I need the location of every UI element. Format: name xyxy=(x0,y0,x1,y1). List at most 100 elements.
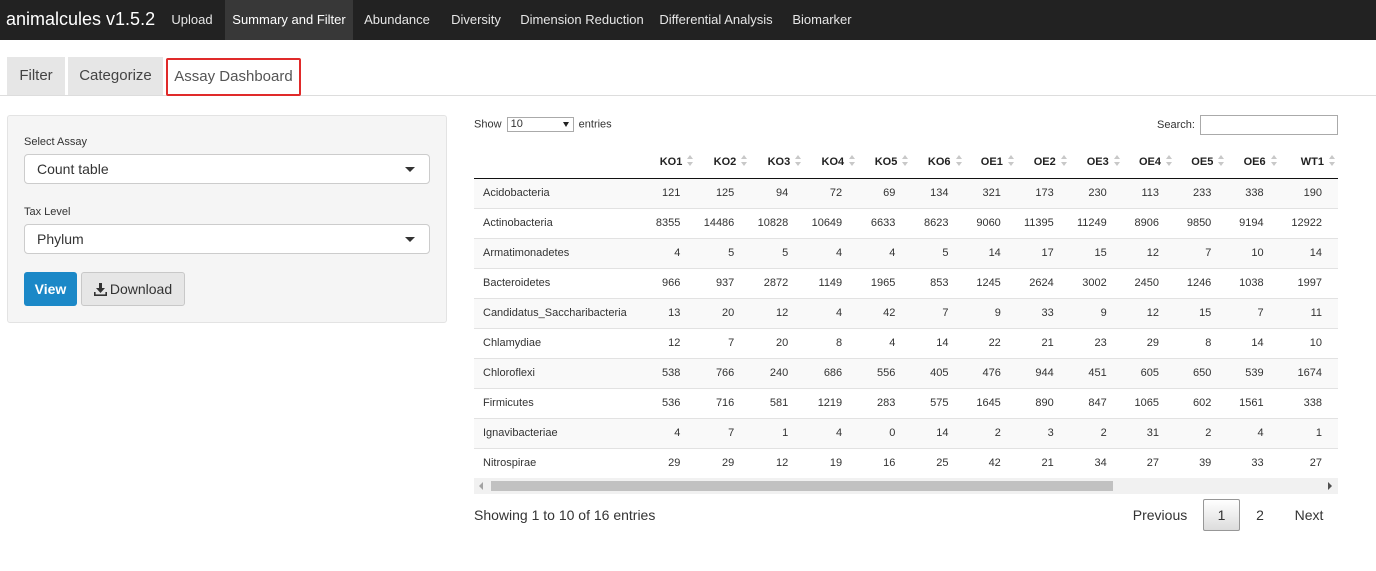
taxon-name-cell: Chlamydiae xyxy=(474,327,644,358)
count-cell: 5 xyxy=(911,237,965,268)
tab-assay-dashboard[interactable]: Assay Dashboard xyxy=(166,58,301,96)
table-row[interactable]: Candidatus_Saccharibacteria 13 20 12 4 42 7 9 33… xyxy=(474,297,1338,328)
count-cell: 1149 xyxy=(804,267,859,298)
previous-page-button[interactable]: Previous xyxy=(1124,499,1196,531)
count-cell: 581 xyxy=(750,387,805,418)
nav-summary-and-filter[interactable]: Summary and Filter xyxy=(225,0,353,40)
nav-upload[interactable]: Upload xyxy=(161,0,223,40)
column-header-oe3[interactable]: OE3 xyxy=(1069,146,1123,179)
count-cell: 2 xyxy=(1175,417,1228,448)
count-cell: 4 xyxy=(804,237,859,268)
count-cell: 12 xyxy=(1122,297,1176,328)
page-2-button[interactable]: 2 xyxy=(1243,499,1277,531)
count-cell: 20 xyxy=(696,297,751,328)
sort-icon xyxy=(1113,155,1121,169)
count-cell: 233 xyxy=(1175,177,1228,208)
count-cell: 13 xyxy=(643,297,697,328)
nav-differential-analysis[interactable]: Differential Analysis xyxy=(653,0,779,40)
count-cell: 7 xyxy=(696,417,751,448)
column-header-oe5[interactable]: OE5 xyxy=(1175,146,1228,179)
tax-level-dropdown[interactable]: Phylum xyxy=(24,224,430,254)
table-row[interactable]: Actinobacteria 8355 14486 10828 10649 6633 862… xyxy=(474,207,1338,238)
sort-icon xyxy=(1165,155,1173,169)
page-1-button[interactable]: 1 xyxy=(1203,499,1240,531)
table-row[interactable]: Chloroflexi 538 766 240 686 556 405 476 944 451 60… xyxy=(474,357,1338,388)
count-cell: 12 xyxy=(750,447,805,478)
taxon-name-cell: Candidatus_Saccharibacteria xyxy=(474,297,644,328)
count-cell: 14486 xyxy=(696,207,751,238)
view-button[interactable]: View xyxy=(24,272,77,306)
column-header-ko5[interactable]: KO5 xyxy=(858,146,912,179)
count-cell: 8 xyxy=(804,327,859,358)
scrollbar-thumb[interactable] xyxy=(491,481,1113,491)
column-header-ko6[interactable]: KO6 xyxy=(911,146,965,179)
column-header-oe4[interactable]: OE4 xyxy=(1122,146,1176,179)
count-cell: 1038 xyxy=(1227,267,1280,298)
sort-icon xyxy=(1217,155,1225,169)
table-row[interactable]: Acidobacteria 121 125 94 72 69 134 321 173 230 113… xyxy=(474,177,1338,208)
assay-options-panel: Select Assay Count table Tax Level Phylu… xyxy=(7,115,447,323)
horizontal-scrollbar[interactable] xyxy=(474,478,1338,494)
column-header-ko4[interactable]: KO4 xyxy=(804,146,859,179)
count-cell: 2 xyxy=(1069,417,1123,448)
next-page-button[interactable]: Next xyxy=(1284,499,1334,531)
count-cell: 12922 xyxy=(1279,207,1338,238)
count-cell: 5 xyxy=(696,237,751,268)
table-row[interactable]: Nitrospirae 29 29 12 19 16 25 42 21 34 27 39 33 27 xyxy=(474,447,1338,478)
column-header-ko2[interactable]: KO2 xyxy=(696,146,751,179)
count-cell: 9060 xyxy=(964,207,1017,238)
table-info: Showing 1 to 10 of 16 entries xyxy=(474,507,656,523)
column-header-taxon[interactable] xyxy=(474,146,644,179)
scroll-right-icon[interactable] xyxy=(1328,482,1332,490)
count-cell: 14 xyxy=(964,237,1017,268)
count-cell: 10828 xyxy=(750,207,805,238)
sort-icon xyxy=(848,155,856,169)
caret-down-icon xyxy=(405,167,415,172)
count-cell: 14 xyxy=(1279,237,1338,268)
count-cell: 556 xyxy=(858,357,912,388)
entries-select[interactable]: 10 xyxy=(506,117,574,132)
column-header-wt1[interactable]: WT1 xyxy=(1279,146,1338,179)
table-row[interactable]: Ignavibacteriae 4 7 1 4 0 14 2 3 2 31 2 4 1 xyxy=(474,417,1338,448)
count-cell: 14 xyxy=(911,417,965,448)
count-cell: 3 xyxy=(1016,417,1070,448)
tab-filter[interactable]: Filter xyxy=(7,57,65,95)
count-cell: 853 xyxy=(911,267,965,298)
taxon-name-cell: Bacteroidetes xyxy=(474,267,644,298)
column-header-ko1[interactable]: KO1 xyxy=(643,146,697,179)
count-cell: 7 xyxy=(911,297,965,328)
search-input[interactable] xyxy=(1200,115,1338,135)
sort-icon xyxy=(1270,155,1278,169)
tab-categorize[interactable]: Categorize xyxy=(68,57,163,95)
count-cell: 69 xyxy=(858,177,912,208)
nav-abundance[interactable]: Abundance xyxy=(355,0,439,40)
count-cell: 4 xyxy=(858,327,912,358)
count-cell: 451 xyxy=(1069,357,1123,388)
nav-diversity[interactable]: Diversity xyxy=(441,0,511,40)
download-button[interactable]: Download xyxy=(81,272,185,306)
table-row[interactable]: Firmicutes 536 716 581 1219 283 575 1645 890 847 1… xyxy=(474,387,1338,418)
count-cell: 2624 xyxy=(1016,267,1070,298)
table-row[interactable]: Armatimonadetes 4 5 5 4 4 5 14 17 15 12 7 10 14 xyxy=(474,237,1338,268)
caret-down-icon xyxy=(405,237,415,242)
count-cell: 321 xyxy=(964,177,1017,208)
table-row[interactable]: Bacteroidetes 966 937 2872 1149 1965 853 1245 26… xyxy=(474,267,1338,298)
column-header-ko3[interactable]: KO3 xyxy=(750,146,805,179)
column-header-oe2[interactable]: OE2 xyxy=(1016,146,1070,179)
nav-biomarker[interactable]: Biomarker xyxy=(781,0,863,40)
count-cell: 15 xyxy=(1175,297,1228,328)
count-cell: 15 xyxy=(1069,237,1123,268)
count-cell: 34 xyxy=(1069,447,1123,478)
app-title[interactable]: animalcules v1.5.2 xyxy=(6,9,155,30)
scroll-left-icon[interactable] xyxy=(479,482,483,490)
column-header-oe1[interactable]: OE1 xyxy=(964,146,1017,179)
table-row[interactable]: Chlamydiae 12 7 20 8 4 14 22 21 23 29 8 14 10 xyxy=(474,327,1338,358)
count-cell: 10 xyxy=(1279,327,1338,358)
select-assay-dropdown[interactable]: Count table xyxy=(24,154,430,184)
column-header-oe6[interactable]: OE6 xyxy=(1227,146,1280,179)
count-cell: 16 xyxy=(858,447,912,478)
count-cell: 405 xyxy=(911,357,965,388)
count-cell: 1246 xyxy=(1175,267,1228,298)
download-label: Download xyxy=(109,281,173,297)
nav-dimension-reduction[interactable]: Dimension Reduction xyxy=(513,0,651,40)
